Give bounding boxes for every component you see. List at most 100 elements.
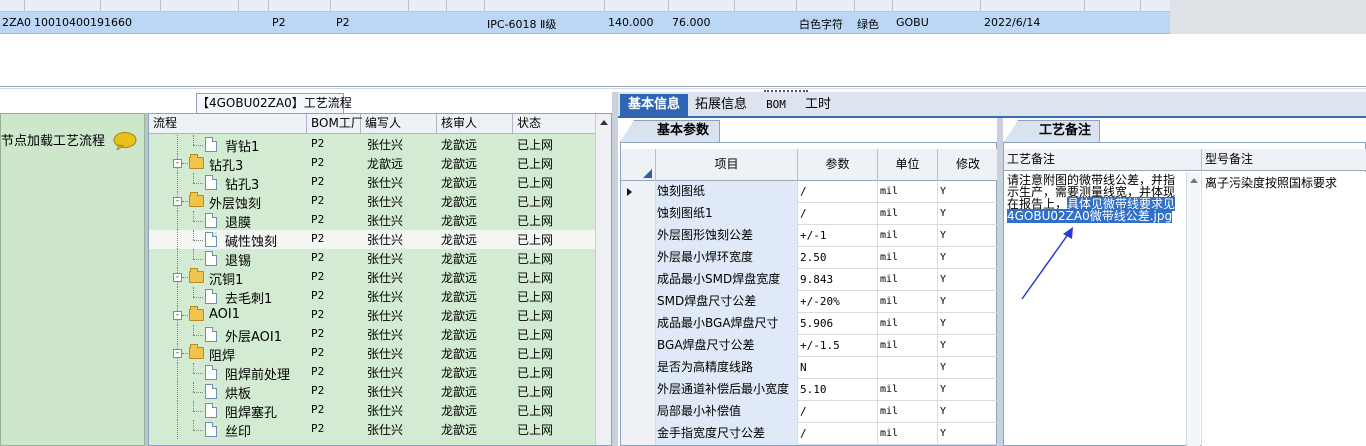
param-modify[interactable]: Y xyxy=(938,357,998,379)
param-modify[interactable]: Y xyxy=(938,269,998,291)
row-indicator[interactable] xyxy=(621,313,656,335)
row-indicator[interactable] xyxy=(621,247,656,269)
col-modify[interactable]: 修改 xyxy=(938,149,998,181)
param-row[interactable]: BGA焊盘尺寸公差 +/-1.5 mil Y xyxy=(621,335,998,357)
param-value[interactable]: 5.10 xyxy=(798,379,878,401)
collapse-icon[interactable]: - xyxy=(173,197,182,206)
param-modify[interactable]: Y xyxy=(938,401,998,423)
row-indicator[interactable] xyxy=(621,203,656,225)
tab-extended-info[interactable]: 拓展信息 xyxy=(690,94,752,118)
tree-row[interactable]: 钻孔3 P2 张仕兴 龙歆远 已上网 xyxy=(149,173,595,193)
param-item[interactable]: 外层最小焊环宽度 xyxy=(656,247,798,269)
param-modify[interactable]: Y xyxy=(938,313,998,335)
row-indicator[interactable] xyxy=(621,291,656,313)
param-unit[interactable]: mil xyxy=(878,335,938,357)
param-row[interactable]: 蚀刻图纸1/mil Y xyxy=(621,203,998,225)
tree-row[interactable]: 阻焊塞孔 P2 张仕兴 龙歆远 已上网 xyxy=(149,401,595,421)
col-item[interactable]: 项目 xyxy=(656,149,798,181)
tab-grip-icon[interactable] xyxy=(764,90,808,92)
param-item[interactable]: 蚀刻图纸 xyxy=(656,181,798,203)
param-item[interactable]: 是否为高精度线路 xyxy=(656,357,798,379)
tree-row[interactable]: 丝印 P2 张仕兴 龙歆远 已上网 xyxy=(149,420,595,440)
param-row[interactable]: 外层通道补偿后最小宽度 5.10 mil Y xyxy=(621,379,998,401)
row-indicator[interactable] xyxy=(621,269,656,291)
tree-row[interactable]: - 钻孔3 P2 龙歆远 龙歆远 已上网 xyxy=(149,154,595,174)
param-row[interactable]: 外层图形蚀刻公差 +/-1 mil Y xyxy=(621,225,998,247)
tree-row[interactable]: 退锡 P2 张仕兴 龙歆远 已上网 xyxy=(149,249,595,269)
row-indicator[interactable] xyxy=(621,379,656,401)
param-row[interactable]: 成品最小SMD焊盘宽度 9.843 mil Y xyxy=(621,269,998,291)
param-row[interactable]: 蚀刻图纸 / mil Y xyxy=(621,181,998,203)
tree-row[interactable]: 阻焊前处理 P2 张仕兴 龙歆远 已上网 xyxy=(149,363,595,383)
collapse-icon[interactable]: - xyxy=(173,311,182,320)
param-value[interactable]: +/-1.5 xyxy=(798,335,878,357)
param-item[interactable]: 金手指宽度尺寸公差 xyxy=(656,423,798,445)
row-indicator[interactable] xyxy=(621,181,656,203)
param-value[interactable]: +/-20% xyxy=(798,291,878,313)
param-unit[interactable]: mil xyxy=(878,313,938,335)
tree-row[interactable]: - 沉铜1 P2 张仕兴 龙歆远 已上网 xyxy=(149,268,595,288)
param-value[interactable]: +/-1 xyxy=(798,225,878,247)
param-item[interactable]: 成品最小SMD焊盘宽度 xyxy=(656,269,798,291)
param-item[interactable]: BGA焊盘尺寸公差 xyxy=(656,335,798,357)
param-item[interactable]: 蚀刻图纸1 xyxy=(656,203,798,225)
param-value[interactable]: 2.50 xyxy=(798,247,878,269)
scroll-up-icon[interactable] xyxy=(1190,178,1198,183)
tab-work-hours[interactable]: 工时 xyxy=(800,94,836,118)
tree-scrollbar[interactable] xyxy=(595,114,611,445)
param-row[interactable]: 成品最小BGA焊盘尺寸 5.906 mil Y xyxy=(621,313,998,335)
param-unit[interactable]: mil xyxy=(878,291,938,313)
param-item[interactable]: 外层图形蚀刻公差 xyxy=(656,225,798,247)
tab-bom[interactable]: BOM xyxy=(758,94,794,118)
param-row[interactable]: SMD焊盘尺寸公差 +/-20% mil Y xyxy=(621,291,998,313)
collapse-icon[interactable]: - xyxy=(173,273,182,282)
param-modify[interactable]: Y xyxy=(938,423,998,445)
param-modify[interactable]: Y xyxy=(938,181,998,203)
param-modify[interactable]: Y xyxy=(938,379,998,401)
col-reviewer[interactable]: 核审人 xyxy=(437,114,513,134)
tree-row[interactable]: 背钻1 P2 张仕兴 龙歆远 已上网 xyxy=(149,135,595,155)
param-unit[interactable]: mil xyxy=(878,203,938,225)
param-item[interactable]: 局部最小补偿值 xyxy=(656,401,798,423)
model-remark-cell[interactable]: 离子污染度按照国标要求 xyxy=(1201,172,1366,446)
param-unit[interactable]: mil xyxy=(878,181,938,203)
tree-row[interactable]: - 阻焊 P2 张仕兴 龙歆远 已上网 xyxy=(149,344,595,364)
collapse-icon[interactable]: - xyxy=(173,349,182,358)
col-model-remark[interactable]: 型号备注 xyxy=(1202,149,1366,171)
param-item[interactable]: 成品最小BGA焊盘尺寸 xyxy=(656,313,798,335)
param-value[interactable]: 5.906 xyxy=(798,313,878,335)
tree-row[interactable]: - AOI1 P2 张仕兴 龙歆远 已上网 xyxy=(149,306,595,325)
tree-row[interactable]: - 外层蚀刻 P2 张仕兴 龙歆远 已上网 xyxy=(149,192,595,212)
top-grid-selected-row[interactable]: 2ZA0 10010400191660 P2 P2 IPC-6018 Ⅱ级 14… xyxy=(0,12,1170,34)
tree-row[interactable]: 碱性蚀刻 P2 张仕兴 龙歆远 已上网 xyxy=(149,230,595,250)
tree-row[interactable]: 退膜 P2 张仕兴 龙歆远 已上网 xyxy=(149,211,595,231)
process-flow-tab[interactable]: 【4GOBU02ZA0】工艺流程 xyxy=(196,93,352,113)
col-unit[interactable]: 单位 xyxy=(878,149,938,181)
row-indicator[interactable] xyxy=(621,357,656,379)
col-param[interactable]: 参数 xyxy=(798,149,878,181)
col-process-remark[interactable]: 工艺备注 xyxy=(1004,149,1202,171)
scroll-up-icon[interactable] xyxy=(600,120,608,125)
row-indicator[interactable] xyxy=(621,423,656,445)
param-modify[interactable]: Y xyxy=(938,247,998,269)
param-unit[interactable]: mil xyxy=(878,401,938,423)
param-unit[interactable]: mil xyxy=(878,423,938,445)
param-value[interactable]: / xyxy=(798,423,878,445)
row-indicator[interactable] xyxy=(621,335,656,357)
col-writer[interactable]: 编写人 xyxy=(361,114,437,134)
process-remark-text[interactable]: 请注意附图的微带线公差，并指示生产，需要测量线宽，并体现在报告上，具体见微带线要… xyxy=(1007,174,1179,223)
param-unit[interactable]: mil xyxy=(878,379,938,401)
param-unit[interactable]: mil xyxy=(878,225,938,247)
param-value[interactable]: / xyxy=(798,181,878,203)
tab-basic-info[interactable]: 基本信息 xyxy=(620,94,688,118)
param-item[interactable]: 外层通道补偿后最小宽度 xyxy=(656,379,798,401)
param-modify[interactable]: Y xyxy=(938,203,998,225)
param-row[interactable]: 局部最小补偿值 / mil Y xyxy=(621,401,998,423)
col-flow[interactable]: 流程 xyxy=(149,114,307,134)
tree-row[interactable]: 外层AOI1 P2 张仕兴 龙歆远 已上网 xyxy=(149,325,595,345)
param-unit[interactable] xyxy=(878,357,938,379)
param-modify[interactable]: Y xyxy=(938,225,998,247)
param-value[interactable]: N xyxy=(798,357,878,379)
param-unit[interactable]: mil xyxy=(878,247,938,269)
row-indicator[interactable] xyxy=(621,225,656,247)
